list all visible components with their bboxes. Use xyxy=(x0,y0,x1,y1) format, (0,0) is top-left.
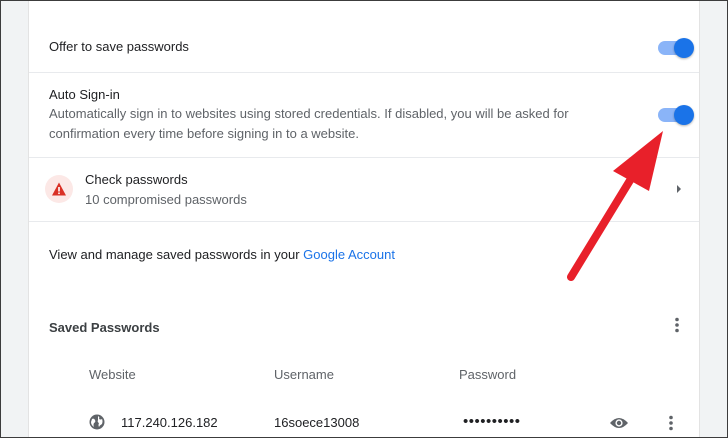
annotation-arrow xyxy=(567,131,663,281)
window-frame: Offer to save passwords Auto Sign-in Aut… xyxy=(0,0,728,438)
arrow-head xyxy=(613,131,663,191)
arrow-shaft xyxy=(567,165,641,281)
